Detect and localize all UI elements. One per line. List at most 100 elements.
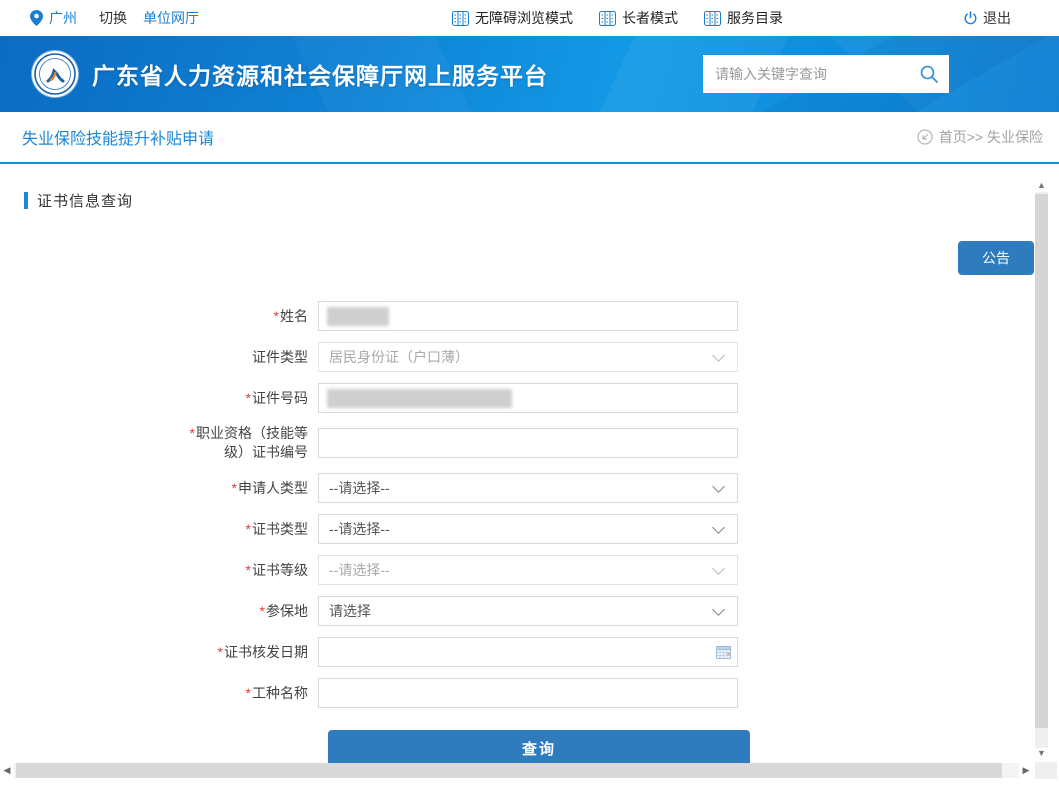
id-type-selected-value: 居民身份证（户口薄） xyxy=(319,347,714,367)
certificate-number-input[interactable] xyxy=(318,428,738,458)
required-mark: * xyxy=(246,685,251,701)
field-label-certificate-level: *证书等级 xyxy=(188,561,318,580)
vertical-scroll-thumb[interactable] xyxy=(1035,194,1048,728)
field-label-certificate-issue-date: *证书核发日期 xyxy=(188,643,318,662)
certificate-type-selected-value: --请选择-- xyxy=(319,519,714,539)
certificate-query-form: *姓名证件类型居民身份证（户口薄） *证件号码 *职业资格（技能等级）证书编号 *申请… xyxy=(188,301,1059,708)
calendar-icon[interactable] xyxy=(716,645,731,659)
main-content: 证书信息查询 公告 *姓名证件类型居民身份证（户口薄） *证件号码 *职业资格（技能… xyxy=(0,190,1059,789)
form-row-certificate-number: *职业资格（技能等级）证书编号 xyxy=(188,424,1059,462)
logout-label: 退出 xyxy=(983,8,1011,28)
breadcrumb-bar: 失业保险技能提升补贴申请 首页>> 失业保险 xyxy=(0,112,1059,164)
required-mark: * xyxy=(190,425,195,441)
form-row-applicant-type: *申请人类型--请选择-- xyxy=(188,473,1059,503)
id-type-select: 居民身份证（户口薄） xyxy=(318,342,738,372)
field-label-id-type: 证件类型 xyxy=(188,348,318,367)
certificate-number-text-input[interactable] xyxy=(319,429,737,457)
certificate-type-select[interactable]: --请选择-- xyxy=(318,514,738,544)
name-redacted-value xyxy=(327,307,389,326)
chevron-down-icon xyxy=(712,480,725,493)
form-row-certificate-issue-date: *证书核发日期 xyxy=(188,637,1059,667)
form-row-id-type: 证件类型居民身份证（户口薄） xyxy=(188,342,1059,372)
required-mark: * xyxy=(218,644,223,660)
chevron-down-icon xyxy=(712,562,725,575)
scroll-up-arrow-icon[interactable]: ▲ xyxy=(1037,180,1046,192)
service-catalog-button[interactable]: 服务目录 xyxy=(704,8,783,28)
vertical-scroll-track[interactable] xyxy=(1035,192,1048,748)
page-title: 失业保险技能提升补贴申请 xyxy=(22,125,214,149)
field-label-job-title: *工种名称 xyxy=(188,684,318,703)
required-mark: * xyxy=(232,480,237,496)
field-label-id-number: *证件号码 xyxy=(188,389,318,408)
accessibility-grid-icon xyxy=(452,11,469,26)
id-number-input[interactable] xyxy=(318,383,738,413)
section-title: 证书信息查询 xyxy=(37,190,133,211)
scrollbar-corner xyxy=(1035,762,1057,779)
applicant-type-select[interactable]: --请选择-- xyxy=(318,473,738,503)
scroll-left-arrow-icon[interactable]: ◀ xyxy=(0,765,14,776)
field-label-insured-place: *参保地 xyxy=(188,602,318,621)
current-city[interactable]: 广州 xyxy=(49,8,77,28)
breadcrumb-trail[interactable]: 首页>> 失业保险 xyxy=(939,127,1043,147)
required-mark: * xyxy=(260,603,265,619)
notice-button[interactable]: 公告 xyxy=(958,241,1034,275)
service-catalog-label: 服务目录 xyxy=(727,8,783,28)
form-row-id-number: *证件号码 xyxy=(188,383,1059,413)
horizontal-scroll-thumb[interactable] xyxy=(16,763,1002,778)
form-row-insured-place: *参保地请选择 xyxy=(188,596,1059,626)
location-pin-icon xyxy=(30,10,43,26)
id-number-redacted-value xyxy=(327,389,512,408)
chevron-down-icon xyxy=(712,521,725,534)
form-row-job-title: *工种名称 xyxy=(188,678,1059,708)
site-title: 广东省人力资源和社会保障厅网上服务平台 xyxy=(92,57,548,91)
top-utility-bar: 广州 切换 单位网厅 无障碍浏览模式 长者模式 服务目录 退出 xyxy=(0,0,1059,36)
chevron-down-icon xyxy=(712,603,725,616)
power-icon xyxy=(963,11,978,26)
required-mark: * xyxy=(246,562,251,578)
certificate-level-selected-value: --请选择-- xyxy=(319,560,714,580)
field-label-name: *姓名 xyxy=(188,307,318,326)
horizontal-scroll-track[interactable] xyxy=(14,763,1019,778)
return-arrow-icon xyxy=(917,129,933,145)
job-title-text-input[interactable] xyxy=(319,679,737,707)
chevron-down-icon xyxy=(712,349,725,362)
logout-button[interactable]: 退出 xyxy=(963,8,1011,28)
gd-hrss-emblem-logo xyxy=(32,51,78,97)
certificate-level-select: --请选择-- xyxy=(318,555,738,585)
insured-place-selected-value: 请选择 xyxy=(319,601,714,621)
field-label-certificate-type: *证书类型 xyxy=(188,520,318,539)
keyword-search-box xyxy=(703,55,949,93)
form-row-name: *姓名 xyxy=(188,301,1059,331)
vertical-scrollbar[interactable]: ▲ ▼ xyxy=(1035,180,1048,760)
elder-grid-icon xyxy=(599,11,616,26)
switch-city-link[interactable]: 切换 xyxy=(99,8,127,28)
search-icon[interactable] xyxy=(919,64,939,84)
required-mark: * xyxy=(246,521,251,537)
required-mark: * xyxy=(274,308,279,324)
job-title-input[interactable] xyxy=(318,678,738,708)
form-row-certificate-type: *证书类型--请选择-- xyxy=(188,514,1059,544)
elder-mode-button[interactable]: 长者模式 xyxy=(599,8,678,28)
scroll-down-arrow-icon[interactable]: ▼ xyxy=(1037,748,1046,760)
certificate-issue-date-input[interactable] xyxy=(318,637,738,667)
elder-mode-label: 长者模式 xyxy=(622,8,678,28)
form-row-certificate-level: *证书等级--请选择-- xyxy=(188,555,1059,585)
name-input[interactable] xyxy=(318,301,738,331)
accessibility-mode-label: 无障碍浏览模式 xyxy=(475,8,573,28)
catalog-grid-icon xyxy=(704,11,721,26)
section-accent-bar xyxy=(24,192,28,209)
query-button[interactable]: 查询 xyxy=(328,730,750,766)
required-mark: * xyxy=(246,390,251,406)
section-header: 证书信息查询 xyxy=(24,190,1059,211)
site-banner: 广东省人力资源和社会保障厅网上服务平台 xyxy=(0,36,1059,112)
insured-place-select[interactable]: 请选择 xyxy=(318,596,738,626)
horizontal-scrollbar[interactable]: ◀ ▶ xyxy=(0,762,1059,779)
field-label-applicant-type: *申请人类型 xyxy=(188,479,318,498)
scroll-right-arrow-icon[interactable]: ▶ xyxy=(1019,765,1033,776)
certificate-issue-date-text-input[interactable] xyxy=(319,638,737,666)
unit-hall-link[interactable]: 单位网厅 xyxy=(143,8,199,28)
field-label-certificate-number: *职业资格（技能等级）证书编号 xyxy=(188,424,318,462)
accessibility-mode-button[interactable]: 无障碍浏览模式 xyxy=(452,8,573,28)
search-input[interactable] xyxy=(715,66,919,82)
applicant-type-selected-value: --请选择-- xyxy=(319,478,714,498)
